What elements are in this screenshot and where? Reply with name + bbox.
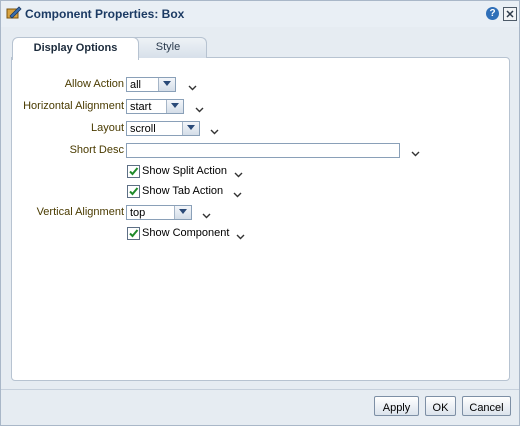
short-desc-input[interactable]	[126, 143, 400, 158]
display-options-panel: Allow Action all Horizontal Alignment st…	[11, 57, 510, 381]
chevron-down-icon[interactable]	[234, 169, 243, 178]
vertical-alignment-value: top	[130, 207, 146, 219]
select-arrow-icon	[166, 100, 183, 113]
select-arrow-icon	[182, 122, 199, 135]
chevron-down-icon[interactable]	[210, 126, 219, 135]
help-icon[interactable]: ?	[486, 7, 499, 20]
chevron-down-icon[interactable]	[202, 210, 211, 219]
show-split-action-label: Show Split Action	[142, 165, 227, 177]
horizontal-alignment-value: start	[130, 101, 152, 113]
dialog-title: Component Properties: Box	[25, 7, 185, 21]
layout-select[interactable]: scroll	[126, 121, 200, 136]
close-icon[interactable]	[503, 7, 517, 21]
show-component-label: Show Component	[142, 227, 230, 239]
chevron-down-icon[interactable]	[195, 104, 204, 113]
tab-display-options[interactable]: Display Options	[12, 37, 139, 60]
horizontal-alignment-select[interactable]: start	[126, 99, 184, 114]
chevron-down-icon[interactable]	[188, 82, 197, 91]
chevron-down-icon[interactable]	[411, 148, 420, 157]
component-edit-icon	[6, 6, 22, 21]
show-component-checkbox[interactable]	[127, 227, 140, 240]
layout-label: Layout	[90, 122, 124, 134]
apply-button[interactable]: Apply	[374, 396, 419, 416]
vertical-alignment-select[interactable]: top	[126, 205, 192, 220]
short-desc-label: Short Desc	[69, 144, 124, 156]
show-tab-action-label: Show Tab Action	[142, 185, 224, 197]
horizontal-alignment-label: Horizontal Alignment	[23, 100, 124, 112]
ok-button[interactable]: OK	[425, 396, 456, 416]
allow-action-select[interactable]: all	[126, 77, 176, 92]
allow-action-label: Allow Action	[64, 78, 124, 90]
layout-value: scroll	[130, 123, 156, 135]
show-split-action-checkbox[interactable]	[127, 165, 140, 178]
vertical-alignment-label: Vertical Alignment	[36, 206, 124, 218]
footer-divider	[1, 389, 519, 390]
dialog-titlebar: Component Properties: Box ?	[1, 1, 519, 27]
tab-style[interactable]: Style	[129, 37, 207, 58]
chevron-down-icon[interactable]	[233, 189, 242, 198]
cancel-button[interactable]: Cancel	[462, 396, 511, 416]
allow-action-value: all	[130, 79, 142, 91]
select-arrow-icon	[174, 206, 191, 219]
chevron-down-icon[interactable]	[236, 231, 245, 240]
component-properties-dialog: Component Properties: Box ? Style Displa…	[0, 0, 520, 426]
show-tab-action-checkbox[interactable]	[127, 185, 140, 198]
select-arrow-icon	[158, 78, 175, 91]
